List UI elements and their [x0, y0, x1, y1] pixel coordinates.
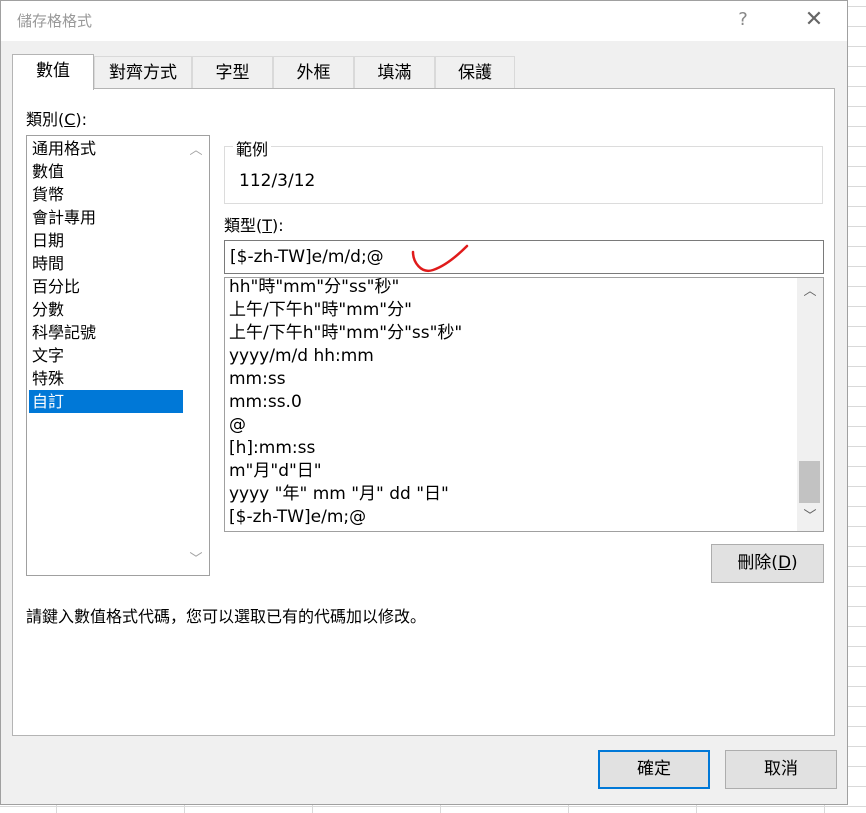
type-list-item[interactable]: @ [229, 414, 246, 437]
category-item[interactable]: 會計專用 [29, 206, 183, 229]
category-item[interactable]: 通用格式 [29, 137, 183, 160]
help-button[interactable]: ? [731, 5, 755, 35]
type-list-item[interactable]: hh"時"mm"分"ss"秒" [229, 278, 399, 299]
type-list-item[interactable]: 上午/下午h"時"mm"分" [229, 299, 412, 322]
sample-value: 112/3/12 [239, 171, 316, 191]
close-button[interactable]: ✕ [799, 5, 829, 35]
cancel-button[interactable]: 取消 [725, 750, 837, 789]
category-item-selected[interactable]: 自訂 [29, 390, 183, 413]
sample-label: 範例 [233, 136, 272, 160]
category-item[interactable]: 貨幣 [29, 183, 183, 206]
category-list[interactable]: 通用格式 數值 貨幣 會計專用 日期 時間 百分比 分數 科學記號 文字 特殊 … [26, 135, 210, 576]
tab-number[interactable]: 數值 [12, 54, 94, 90]
chevron-up-icon[interactable]: ︿ [800, 282, 820, 302]
chevron-up-icon[interactable]: ︿ [186, 141, 206, 161]
category-item[interactable]: 日期 [29, 229, 183, 252]
type-list-item[interactable]: mm:ss [229, 368, 286, 391]
type-list[interactable]: hh"時"mm"分"ss"秒" 上午/下午h"時"mm"分" 上午/下午h"時"… [224, 277, 824, 532]
type-list-item[interactable]: [h]:mm:ss [229, 437, 315, 460]
category-item[interactable]: 科學記號 [29, 321, 183, 344]
type-list-item[interactable]: mm:ss.0 [229, 391, 302, 414]
category-label: 類別(C): [26, 110, 88, 129]
category-item[interactable]: 百分比 [29, 275, 183, 298]
tab-alignment[interactable]: 對齊方式 [94, 56, 192, 89]
tab-protection[interactable]: 保護 [435, 56, 515, 89]
type-label: 類型(T): [224, 216, 284, 235]
title-bar: 儲存格格式 ? ✕ [1, 1, 847, 41]
type-list-item[interactable]: m"月"d"日" [229, 460, 322, 483]
tab-fill[interactable]: 填滿 [354, 56, 435, 89]
scrollbar-thumb[interactable] [799, 461, 820, 503]
type-list-item[interactable]: 上午/下午h"時"mm"分"ss"秒" [229, 322, 462, 345]
dialog-title: 儲存格格式 [17, 12, 93, 30]
category-item[interactable]: 分數 [29, 298, 183, 321]
category-item[interactable]: 特殊 [29, 367, 183, 390]
category-item[interactable]: 數值 [29, 160, 183, 183]
ok-button[interactable]: 確定 [598, 750, 710, 789]
category-item[interactable]: 時間 [29, 252, 183, 275]
type-list-item[interactable]: yyyy "年" mm "月" dd "日" [229, 483, 449, 506]
checkmark-annotation [411, 244, 469, 273]
type-scrollbar[interactable]: ︿ ﹀ [797, 278, 823, 531]
category-item[interactable]: 文字 [29, 344, 183, 367]
category-scrollbar[interactable]: ︿ ﹀ [183, 136, 209, 575]
type-list-item[interactable]: yyyy/m/d hh:mm [229, 345, 374, 368]
tab-font[interactable]: 字型 [192, 56, 273, 89]
type-input[interactable]: [$-zh-TW]e/m/d;@ [224, 240, 824, 274]
chevron-down-icon[interactable]: ﹀ [186, 550, 206, 570]
hint-text: 請鍵入數值格式代碼，您可以選取已有的代碼加以修改。 [26, 607, 427, 626]
delete-button[interactable]: 刪除(D) [711, 544, 824, 583]
type-list-item[interactable]: [$-zh-TW]e/m;@ [229, 506, 366, 529]
tab-border[interactable]: 外框 [273, 56, 354, 89]
chevron-down-icon[interactable]: ﹀ [800, 507, 820, 527]
